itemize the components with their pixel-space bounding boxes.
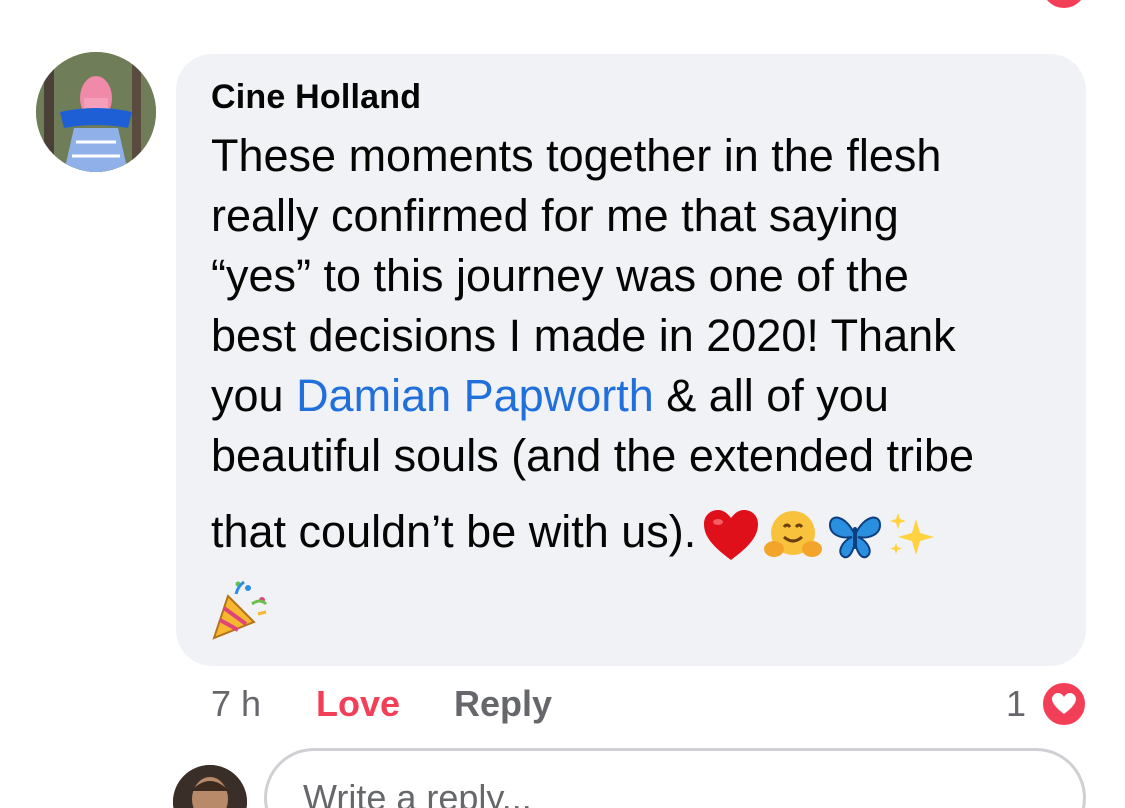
hugging-face-icon	[764, 511, 823, 558]
comment-line-5: you Damian Papworth & all of you	[211, 366, 1071, 426]
reaction-count[interactable]: 1	[1006, 683, 1026, 725]
red-heart-icon	[704, 510, 759, 561]
current-user-avatar	[173, 765, 247, 808]
reply-button[interactable]: Reply	[454, 683, 552, 725]
comment-thread: Cine Holland These moments together in t…	[0, 0, 1125, 808]
reply-input[interactable]	[264, 748, 1086, 808]
line5-suffix: & all of you	[653, 370, 889, 421]
comment-body: These moments together in the flesh real…	[211, 126, 1071, 563]
comment-line-1: These moments together in the flesh	[211, 130, 942, 181]
previous-reaction-heart	[1042, 0, 1086, 8]
comment-line-4: best decisions I made in 2020! Thank	[211, 310, 956, 361]
author-avatar[interactable]	[36, 52, 156, 172]
comment-line-3: “yes” to this journey was one of the	[211, 250, 909, 301]
comment-line-7: that couldn’t be with us).	[211, 502, 1071, 563]
mention-link[interactable]: Damian Papworth	[296, 370, 654, 421]
comment-author-name[interactable]: Cine Holland	[211, 78, 421, 117]
emoji-row	[702, 507, 940, 563]
heart-reaction-icon[interactable]	[1040, 680, 1088, 728]
party-popper-icon	[208, 578, 272, 647]
love-button[interactable]: Love	[316, 683, 400, 725]
comment-line-2: really confirmed for me that saying	[211, 190, 899, 241]
butterfly-icon	[829, 516, 882, 559]
comment-timestamp[interactable]: 7 h	[211, 683, 261, 725]
line7-text: that couldn’t be with us).	[211, 506, 697, 557]
sparkles-icon	[890, 513, 935, 556]
line5-prefix: you	[211, 370, 297, 421]
comment-line-6: beautiful souls (and the extended tribe	[211, 430, 975, 481]
